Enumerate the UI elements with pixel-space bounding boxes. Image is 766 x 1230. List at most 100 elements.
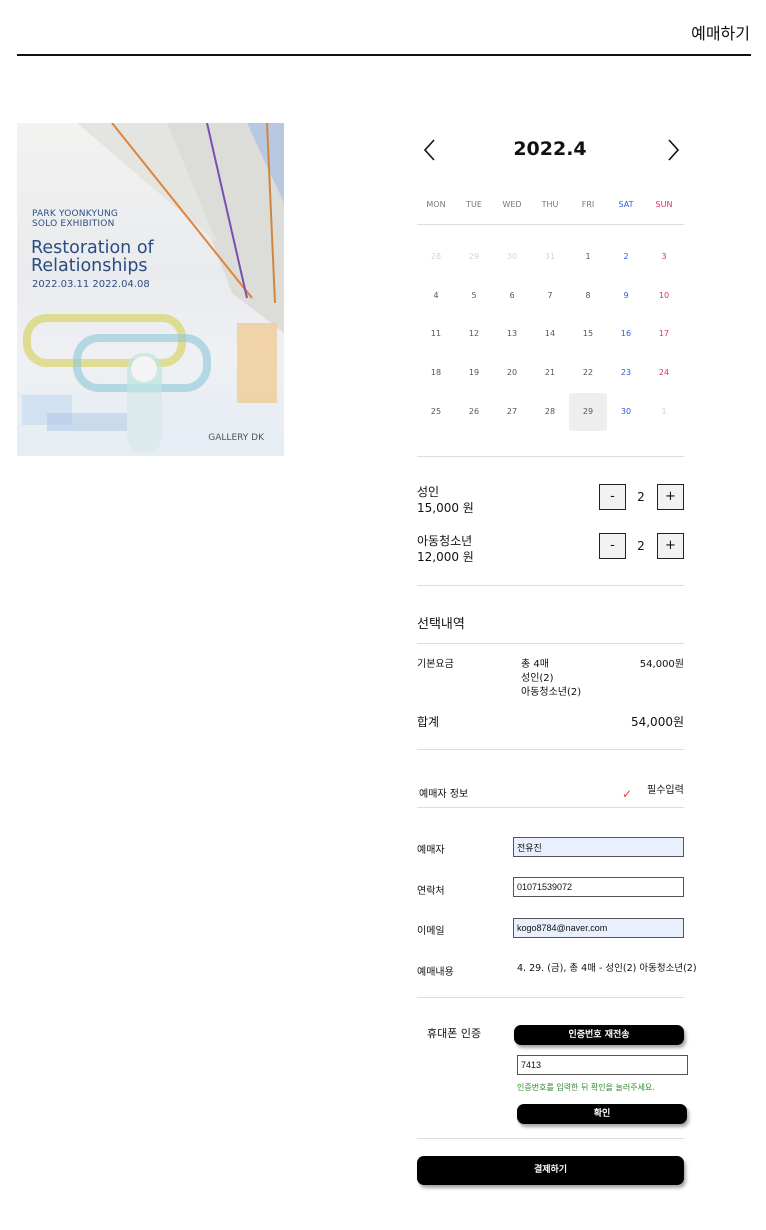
exhibition-poster: PARK YOONKYUNG SOLO EXHIBITION Restorati… (17, 123, 284, 456)
calendar-day[interactable]: 27 (493, 393, 531, 431)
adult-minus-button[interactable]: - (599, 484, 626, 510)
verify-divider (417, 1138, 684, 1139)
email-label: 이메일 (417, 926, 445, 937)
weekday-wed: WED (502, 200, 522, 209)
poster-subtitle: SOLO EXHIBITION (32, 219, 115, 229)
header-divider (17, 54, 751, 56)
calendar-day[interactable]: 14 (531, 315, 569, 353)
calendar-month: 2022.4 (513, 138, 587, 160)
email-input[interactable] (513, 918, 684, 938)
booker-divider (417, 807, 684, 808)
poster-gallery-logo: GALLERY DK (208, 433, 264, 443)
calendar-day[interactable]: 25 (417, 393, 455, 431)
calendar-bottom-divider (417, 456, 684, 457)
youth-ticket: 아동청소년 12,000 원 (417, 533, 474, 565)
youth-count: 2 (637, 539, 645, 553)
summary-divider (417, 643, 684, 644)
phone-label: 연락처 (417, 886, 445, 897)
youth-price: 12,000 원 (417, 550, 474, 564)
total-amount: 54,000원 (630, 715, 684, 729)
base-fee-count: 총 4매 (521, 659, 549, 670)
check-icon: ✓ (622, 787, 633, 801)
booking-content-label: 예매내용 (417, 967, 454, 978)
summary-bottom-divider (417, 749, 684, 750)
calendar-day[interactable]: 1 (569, 238, 607, 276)
calendar-day[interactable]: 20 (493, 354, 531, 392)
calendar-day[interactable]: 19 (455, 354, 493, 392)
poster-artist: PARK YOONKYUNG (32, 209, 119, 219)
calendar-day[interactable]: 8 (569, 277, 607, 315)
calendar-day[interactable]: 26 (455, 393, 493, 431)
calendar-day[interactable]: 5 (455, 277, 493, 315)
calendar-day[interactable]: 23 (607, 354, 645, 392)
adult-count: 2 (637, 490, 645, 504)
calendar-day[interactable]: 6 (493, 277, 531, 315)
base-fee-youth: 아동청소년(2) (521, 687, 582, 698)
verification-hint: 인증번호를 입력한 뒤 확인을 눌러주세요. (517, 1083, 655, 1092)
calendar-day[interactable]: 24 (645, 354, 683, 392)
chevron-left-icon (423, 139, 435, 161)
calendar-day[interactable]: 21 (531, 354, 569, 392)
chevron-right-icon (668, 139, 680, 161)
phone-verify-label: 휴대폰 인증 (427, 1027, 482, 1040)
booker-section-label: 예매자 정보 (419, 789, 469, 800)
poster-title: Restoration of Relationships (31, 238, 154, 276)
booker-bottom-divider (417, 997, 684, 998)
calendar-day[interactable]: 18 (417, 354, 455, 392)
weekday-thu: THU (541, 200, 559, 209)
booking-content-value: 4. 29. (금), 총 4매 - 성인(2) 아동청소년(2) (517, 963, 697, 974)
tickets-divider (417, 585, 684, 586)
phone-input[interactable] (513, 877, 684, 897)
calendar-day[interactable]: 11 (417, 315, 455, 353)
youth-plus-button[interactable]: + (657, 533, 684, 559)
youth-label: 아동청소년 (417, 534, 473, 548)
calendar-day[interactable]: 9 (607, 277, 645, 315)
base-fee-amount: 54,000원 (639, 659, 684, 670)
calendar-day[interactable]: 12 (455, 315, 493, 353)
required-label: 필수입력 (647, 785, 684, 796)
calendar-day[interactable]: 29 (455, 238, 493, 276)
name-input[interactable] (513, 837, 684, 857)
calendar-day[interactable]: 10 (645, 277, 683, 315)
next-month-button[interactable] (662, 138, 682, 162)
calendar-day[interactable]: 1 (645, 393, 683, 431)
calendar-day[interactable]: 16 (607, 315, 645, 353)
calendar-day[interactable]: 22 (569, 354, 607, 392)
poster-dates: 2022.03.11 2022.04.08 (32, 279, 150, 290)
prev-month-button[interactable] (421, 138, 441, 162)
calendar-divider (417, 224, 684, 225)
youth-minus-button[interactable]: - (599, 533, 626, 559)
base-fee-adult: 성인(2) (521, 673, 554, 684)
resend-code-button[interactable]: 인증번호 재전송 (514, 1025, 684, 1045)
name-label: 예매자 (417, 845, 445, 856)
confirm-button[interactable]: 확인 (517, 1104, 687, 1124)
calendar-day[interactable]: 28 (531, 393, 569, 431)
calendar-day[interactable]: 28 (417, 238, 455, 276)
calendar-day[interactable]: 2 (607, 238, 645, 276)
pay-button[interactable]: 결제하기 (417, 1156, 684, 1185)
total-label: 합계 (417, 715, 440, 729)
summary-title: 선택내역 (417, 617, 465, 632)
weekday-tue: TUE (466, 200, 482, 209)
calendar-day[interactable]: 31 (531, 238, 569, 276)
calendar-day[interactable]: 3 (645, 238, 683, 276)
verification-code-input[interactable] (517, 1055, 688, 1075)
calendar-day[interactable]: 15 (569, 315, 607, 353)
weekday-sun: SUN (655, 200, 673, 209)
calendar-day[interactable]: 29 (569, 393, 607, 431)
calendar-day[interactable]: 7 (531, 277, 569, 315)
calendar-day[interactable]: 30 (607, 393, 645, 431)
adult-ticket: 성인 15,000 원 (417, 484, 474, 516)
calendar-day[interactable]: 30 (493, 238, 531, 276)
adult-price: 15,000 원 (417, 501, 474, 515)
adult-label: 성인 (417, 485, 440, 499)
weekday-sat: SAT (618, 200, 634, 209)
page-title: 예매하기 (691, 24, 750, 43)
adult-plus-button[interactable]: + (657, 484, 684, 510)
calendar-day[interactable]: 13 (493, 315, 531, 353)
calendar-day[interactable]: 17 (645, 315, 683, 353)
weekday-mon: MON (426, 200, 446, 209)
base-fee-label: 기본요금 (417, 659, 454, 670)
calendar-day[interactable]: 4 (417, 277, 455, 315)
weekday-fri: FRI (581, 200, 595, 209)
